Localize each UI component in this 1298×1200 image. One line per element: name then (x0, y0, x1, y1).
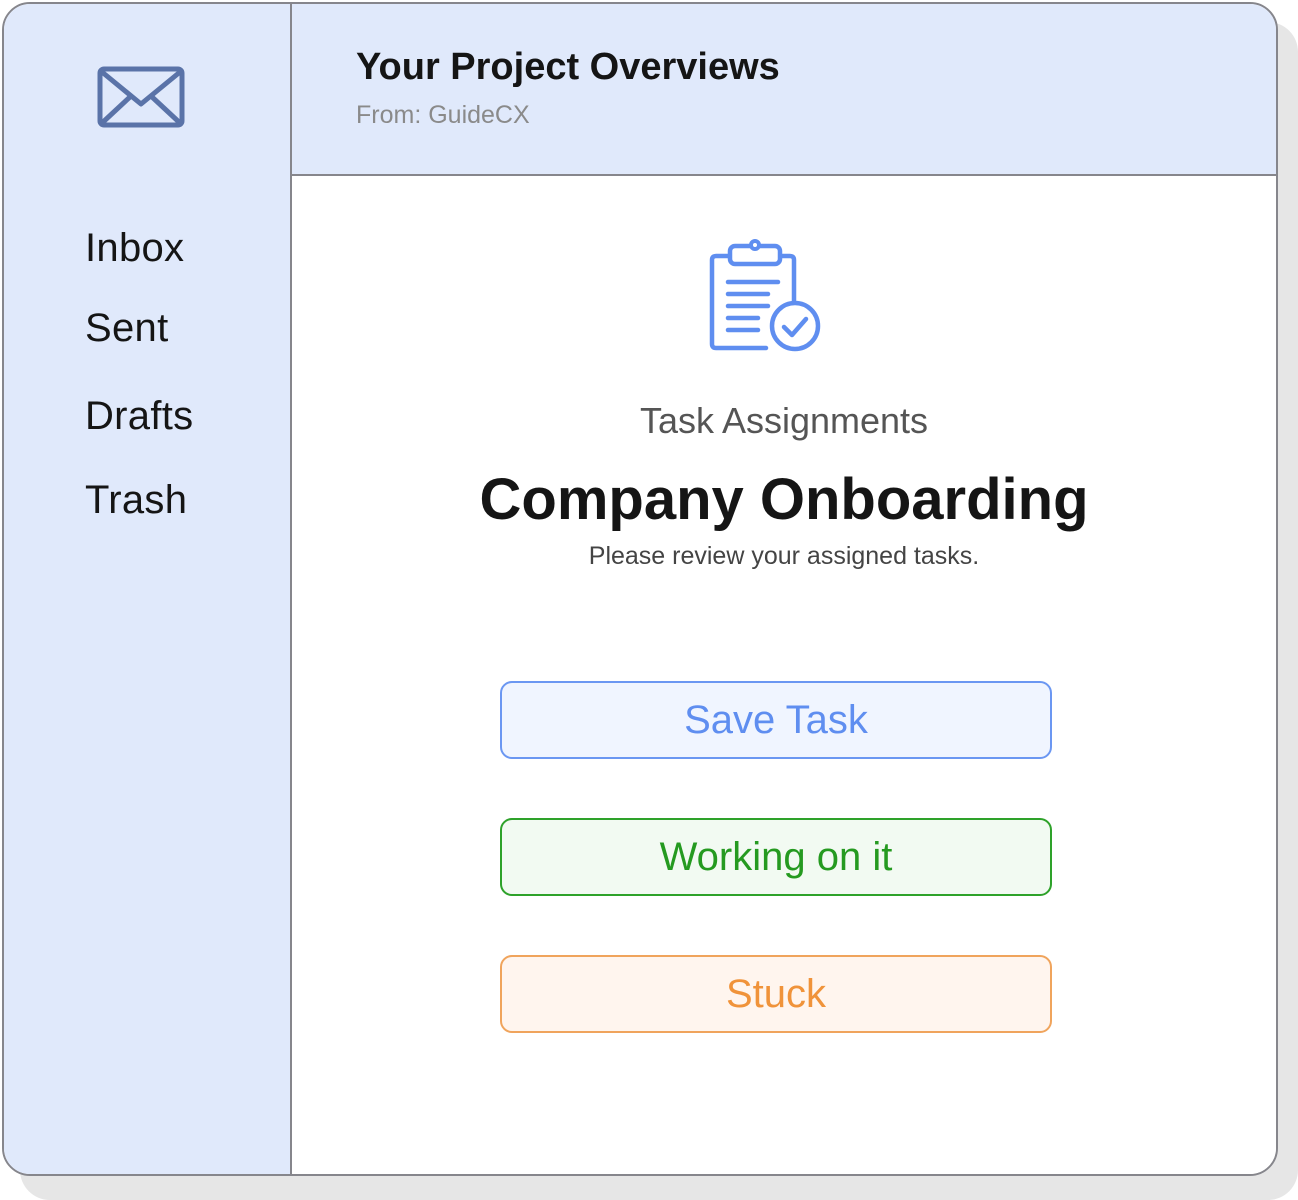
sidebar: Inbox Sent Drafts Trash (4, 4, 292, 1174)
save-task-button[interactable]: Save Task (500, 681, 1052, 759)
sidebar-item-trash[interactable]: Trash (85, 478, 187, 523)
mail-icon (97, 66, 185, 128)
sidebar-item-sent[interactable]: Sent (85, 306, 169, 351)
email-window: Inbox Sent Drafts Trash Your Project Ove… (2, 2, 1278, 1176)
sidebar-item-drafts[interactable]: Drafts (85, 394, 193, 439)
clipboard-check-icon (709, 239, 821, 352)
project-title: Company Onboarding (479, 467, 1089, 532)
message-body: Task Assignments Company Onboarding Plea… (292, 176, 1276, 1174)
message-header: Your Project Overviews From: GuideCX (292, 4, 1276, 176)
stuck-button[interactable]: Stuck (500, 955, 1052, 1033)
sidebar-item-inbox[interactable]: Inbox (85, 226, 184, 271)
section-subtitle: Task Assignments (639, 400, 929, 441)
project-description: Please review your assigned tasks. (588, 542, 980, 570)
message-sender: From: GuideCX (356, 101, 530, 129)
message-title: Your Project Overviews (356, 46, 780, 88)
working-on-it-button[interactable]: Working on it (500, 818, 1052, 896)
